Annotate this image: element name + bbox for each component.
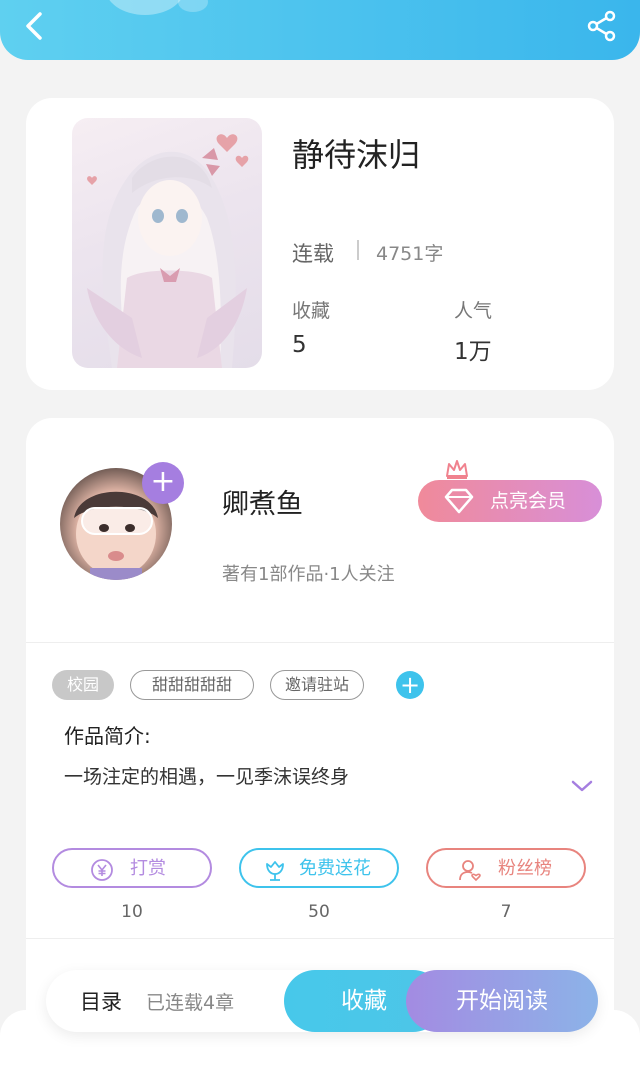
diamond-icon — [444, 488, 474, 514]
section-divider — [26, 642, 614, 643]
book-status: 连载 — [292, 242, 334, 266]
intro-text: 一场注定的相遇，一见季沫误终身 — [64, 766, 350, 788]
decorative-bubble — [105, 0, 185, 15]
tag-invite-station[interactable]: 邀请驻站 — [270, 670, 364, 700]
word-count: 4751字 — [376, 243, 444, 265]
table-of-contents-button[interactable]: 目录 — [80, 986, 122, 1016]
tag-campus[interactable]: 校园 — [52, 670, 114, 700]
vip-membership-button[interactable]: 点亮会员 — [418, 480, 602, 522]
send-flower-label: 免费送花 — [299, 858, 371, 879]
vip-button-label: 点亮会员 — [490, 490, 567, 512]
bottom-action-bar: 目录 已连载4章 收藏 开始阅读 — [46, 970, 598, 1032]
section-divider — [26, 938, 614, 939]
reward-count: 10 — [121, 902, 143, 922]
cover-illustration — [87, 134, 249, 368]
crown-icon — [446, 460, 468, 479]
flower-count: 50 — [308, 902, 330, 922]
book-cover-image[interactable] — [72, 118, 262, 368]
popularity-stat-value: 1万 — [454, 339, 492, 365]
book-title: 静待沫归 — [292, 136, 421, 174]
fan-ranking-label: 粉丝榜 — [498, 858, 552, 879]
book-info-card: 静待沫归 连载 4751字 收藏 5 人气 1万 — [26, 98, 614, 390]
author-info: 著有1部作品·1人关注 — [222, 564, 395, 585]
back-button[interactable] — [18, 8, 54, 44]
status-divider — [357, 240, 359, 260]
fan-ranking-icon — [459, 860, 481, 882]
reward-label: 打赏 — [130, 858, 166, 879]
send-flower-button[interactable]: 免费送花 — [239, 848, 399, 888]
author-name[interactable]: 卿煮鱼 — [222, 482, 303, 521]
share-icon — [587, 10, 616, 42]
follow-author-button[interactable]: + — [142, 462, 184, 504]
flower-icon — [266, 861, 284, 881]
author-card: + 卿煮鱼 著有1部作品·1人关注 点亮会员 校园 甜甜甜甜甜 邀请驻站 + 作… — [26, 418, 614, 1058]
chapter-count: 已连载4章 — [146, 992, 235, 1014]
back-arrow-icon — [26, 12, 42, 40]
collect-stat-label: 收藏 — [292, 300, 331, 322]
popularity-stat-label: 人气 — [454, 300, 493, 322]
intro-title: 作品简介: — [64, 724, 151, 748]
decorative-bubble — [178, 0, 208, 12]
share-button[interactable] — [584, 8, 620, 44]
reward-button[interactable]: 打赏 — [52, 848, 212, 888]
add-tag-button[interactable]: + — [396, 671, 424, 699]
yen-coin-icon — [91, 859, 113, 881]
fan-ranking-button[interactable]: 粉丝榜 — [426, 848, 586, 888]
collect-stat-value: 5 — [292, 332, 307, 358]
chevron-down-icon[interactable] — [570, 778, 594, 794]
tag-sweet[interactable]: 甜甜甜甜甜 — [130, 670, 254, 700]
fan-count: 7 — [500, 902, 512, 922]
top-bar — [0, 0, 640, 60]
start-reading-button[interactable]: 开始阅读 — [406, 970, 598, 1032]
